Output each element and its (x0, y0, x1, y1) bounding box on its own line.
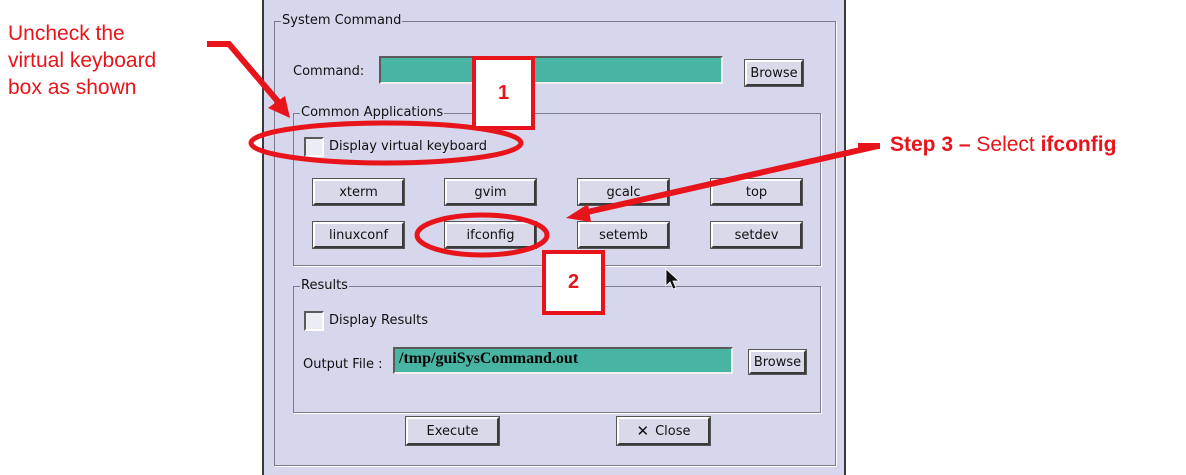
ifconfig-highlight-ellipse (414, 212, 550, 258)
step-badge-1: 1 (472, 56, 535, 130)
step3-arrow-line (582, 143, 879, 216)
cursor-icon (665, 268, 681, 290)
uncheck-arrow-line (207, 41, 283, 106)
annotation-overlay (207, 41, 880, 290)
step-badge-2: 2 (542, 250, 605, 315)
step3-arrow-head (566, 204, 591, 222)
